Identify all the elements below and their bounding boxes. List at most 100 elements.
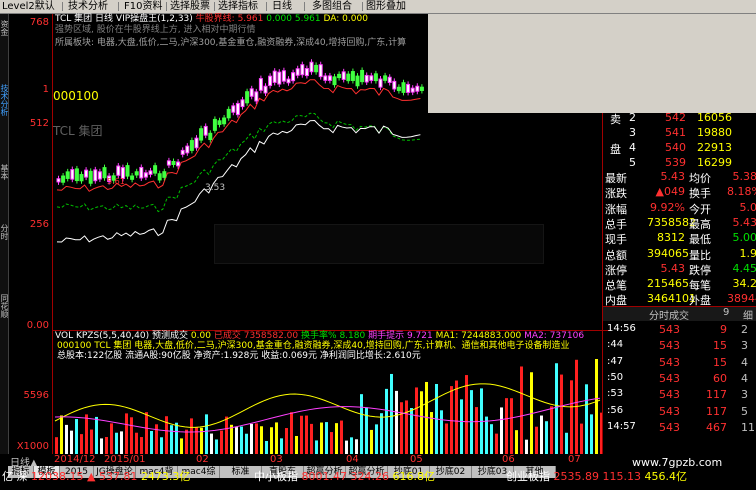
trade-volume: 117 [706, 388, 727, 402]
volume-bar [55, 437, 58, 455]
chart-stock-name: TCL 集团 [55, 14, 93, 24]
left-tab-fund[interactable]: 资金 [0, 20, 8, 70]
candle-body [304, 68, 309, 77]
volume-bar [95, 416, 98, 455]
trade-row: :50 543 60 4 [603, 371, 756, 386]
volume-bar [100, 438, 103, 455]
axis-label-volume-unit: X1000 [16, 441, 49, 452]
volume-bar [215, 439, 218, 455]
candle-body [222, 117, 227, 125]
volume-bar [110, 423, 113, 455]
volume-bar [445, 423, 448, 455]
trade-price: 543 [659, 420, 680, 434]
candle-body [337, 73, 342, 79]
trade-volume: 467 [706, 420, 727, 434]
chart-overlay-box [214, 224, 544, 264]
quote-value: 215465 [647, 277, 689, 291]
volume-bar [585, 384, 588, 455]
chart-indicator-val2: 0.000 [266, 14, 292, 24]
menu-level2[interactable]: Level2默认 [2, 0, 55, 13]
candle-body [401, 82, 406, 93]
volume-ma-line [54, 383, 601, 428]
orderbook-row[interactable]: 3 541 19880 [603, 125, 756, 140]
trades-header[interactable]: 分时成交 9 细 [603, 306, 756, 322]
volume-bar [300, 415, 303, 455]
candle-body [350, 71, 355, 81]
quote-panel: 卖 2 542 16056 3 541 19880 盘 4 540 22913 5 539 16299 最… [602, 110, 756, 454]
left-tab-tech[interactable]: 技术分析 [0, 84, 8, 154]
candle-body [383, 75, 388, 81]
left-tab-intraday[interactable]: 分时 [0, 224, 8, 264]
trade-count: 4 [741, 371, 748, 385]
volume-bar [365, 407, 368, 455]
quote-value: 3464101 [647, 292, 696, 306]
candle-body [56, 178, 61, 183]
orderbook-row[interactable]: 盘 4 540 22913 [603, 140, 756, 156]
chart-title-bar: TCL 集团 日线 VIP操盘王(1,2,33) 牛股界线: 5.961 0.0… [55, 14, 368, 25]
date-label: 06 [502, 454, 515, 465]
date-label: 2015/01 [104, 454, 146, 465]
candle-body [148, 170, 153, 175]
candle-body [84, 169, 89, 178]
volume-chart[interactable]: VOL KPZS(5,5,40,40) 预测成交 0.00 已成交 735858… [52, 330, 609, 455]
trade-time: :47 [607, 355, 624, 367]
candle-body [396, 86, 401, 92]
quote-value: 5.0 [739, 200, 756, 214]
menu-overlay[interactable]: 图形叠加 [366, 0, 406, 13]
candle-body [134, 171, 139, 176]
axis-label-top: 768 [29, 17, 49, 28]
menu-tech-analysis[interactable]: 技术分析 [68, 0, 108, 13]
volume-bar [500, 407, 503, 455]
candle-body [116, 165, 121, 176]
index-status: 亿 深 12038.15 ▲ 537.81 2473.3亿 [2, 467, 190, 487]
vol-label-hint: 期手提示 [368, 331, 405, 341]
menu-select-stock[interactable]: 选择股票 [170, 0, 210, 13]
volume-bar [140, 437, 143, 455]
volume-bar [205, 414, 208, 455]
indicator-tab[interactable]: 抄底02 [430, 466, 472, 478]
volume-bar [520, 366, 523, 455]
quote-value: 5.43 [660, 170, 686, 183]
volume-bar [340, 420, 343, 455]
ma-line [56, 79, 421, 192]
volume-bar [535, 426, 538, 455]
vol-label-done: 已成交 [213, 331, 241, 341]
volume-bar [85, 414, 88, 455]
chart-indicator: VIP操盘王(1,2,33) [115, 14, 193, 24]
axis-label-bottom: 0.00 [26, 320, 49, 331]
volume-bar [250, 423, 253, 455]
vol-ma1: MA1: 7244883.000 [435, 331, 522, 341]
chart-low-label: 3.53 [205, 183, 226, 193]
candle-body [143, 172, 148, 178]
left-tab-ths[interactable]: 同花顺 [0, 294, 8, 354]
index-name: 亿 深 [2, 470, 31, 483]
orderbook-row[interactable]: 卖 2 542 16056 [603, 110, 756, 126]
volume-bar [230, 424, 233, 455]
trade-volume: 15 [713, 355, 727, 369]
candle-body [125, 165, 130, 177]
volume-bar [590, 414, 593, 455]
quote-row: 最新 5.43 均价 5.38 [603, 169, 756, 185]
quote-value: 4.45 [732, 261, 756, 275]
menu-select-indicator[interactable]: 选择指标 [218, 0, 258, 13]
left-tab-basic[interactable]: 基本 [0, 164, 8, 204]
volume-bar [335, 423, 338, 455]
menu-f10[interactable]: F10资料 [124, 0, 162, 13]
bottom-bar: 日线▲ 2014/12 2015/01 02 03 04 05 06 07 指标… [0, 454, 756, 489]
menu-daily[interactable]: 日线 [272, 0, 292, 13]
volume-bar [135, 432, 138, 455]
orderbook-row[interactable]: 5 539 16299 [603, 155, 756, 170]
volume-bar [565, 432, 568, 455]
trades-detail[interactable]: 细 [743, 307, 753, 322]
quote-value: ▲049 [655, 185, 685, 199]
menu-multi-chart[interactable]: 多图组合 [312, 0, 352, 13]
volume-bar [395, 390, 398, 455]
candle-body [93, 169, 98, 182]
index-value: 2535.89 [553, 470, 603, 483]
volume-bar [380, 413, 383, 455]
volume-bar [120, 431, 123, 455]
trade-count: 3 [741, 339, 748, 353]
volume-bar [375, 424, 378, 455]
vol-value-turnover: 8.180 [339, 331, 366, 341]
trade-count: 3 [741, 388, 748, 402]
